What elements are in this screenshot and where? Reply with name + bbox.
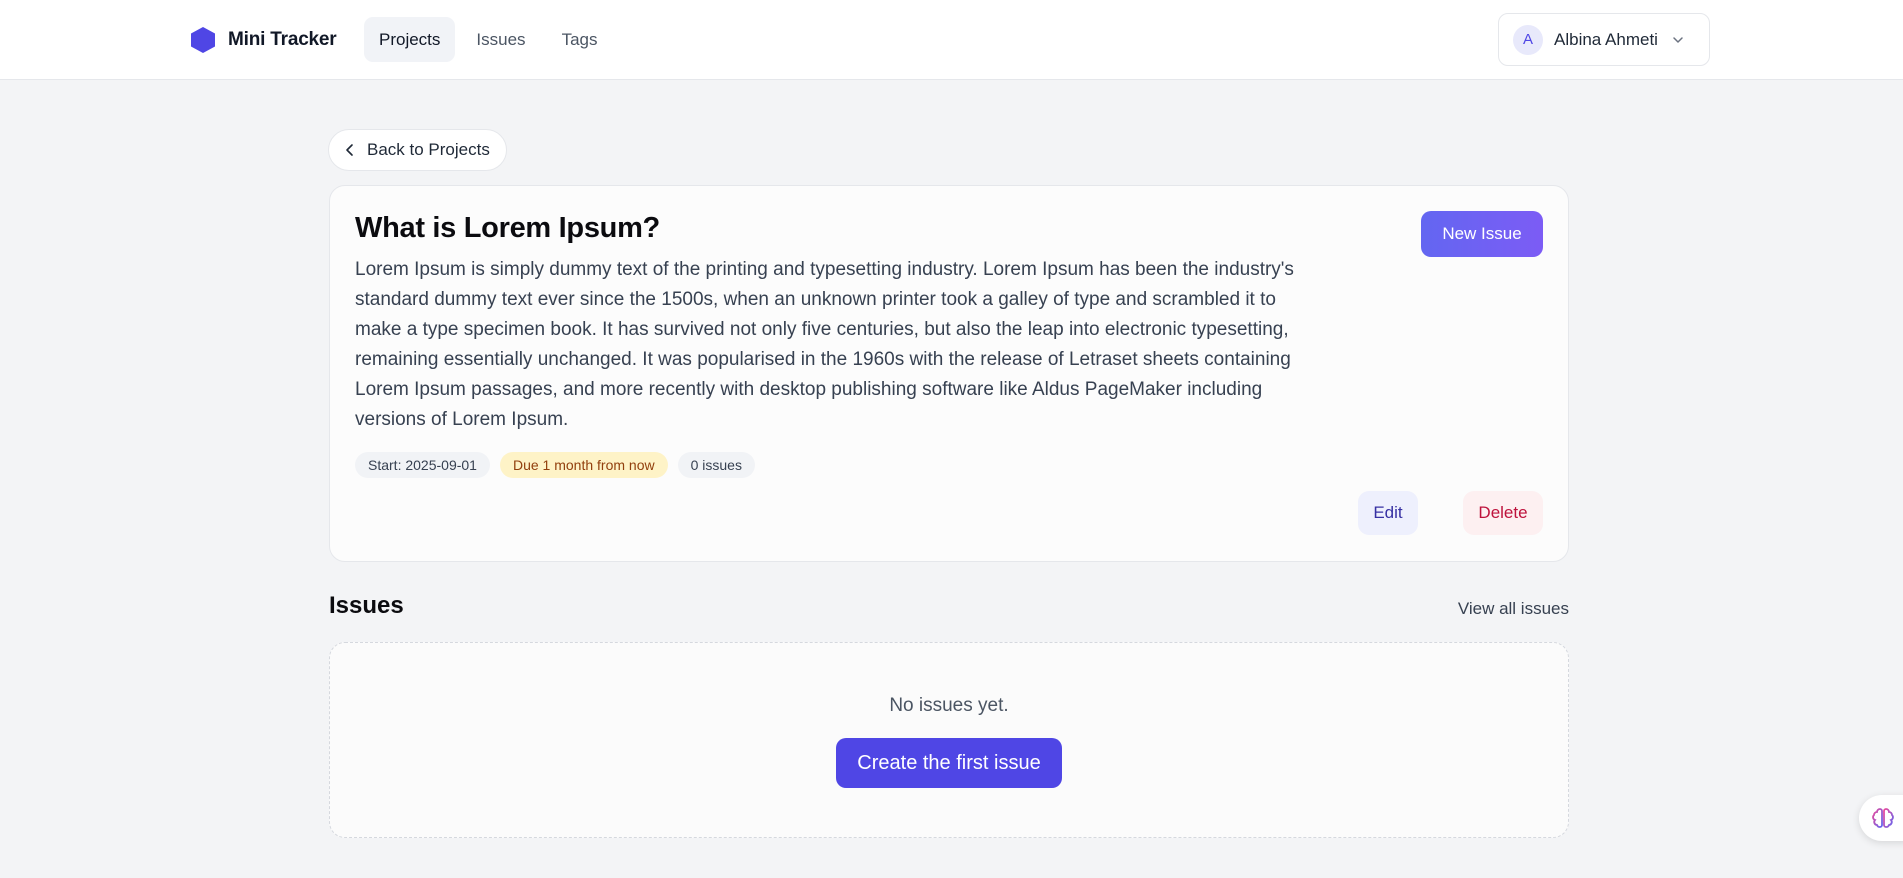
back-to-projects-button[interactable]: Back to Projects [328, 129, 507, 171]
app-name: Mini Tracker [228, 29, 337, 50]
nav-item-tags[interactable]: Tags [547, 17, 613, 62]
chevron-down-icon [1673, 36, 1683, 43]
start-date-badge: Start: 2025-09-01 [355, 452, 490, 478]
brand[interactable]: Mini Tracker [190, 26, 337, 54]
issues-heading: Issues [329, 592, 404, 619]
project-description: Lorem Ipsum is simply dummy text of the … [355, 259, 1294, 430]
issue-count-badge: 0 issues [677, 452, 755, 478]
create-first-issue-button[interactable]: Create the first issue [836, 738, 1062, 788]
hexagon-logo-icon [191, 27, 215, 53]
due-date-badge: Due 1 month from now [499, 452, 668, 478]
project-title: What is Lorem Ipsum? [355, 212, 660, 244]
new-issue-button[interactable]: New Issue [1421, 211, 1543, 257]
user-menu-button[interactable]: A Albina Ahmeti [1498, 13, 1710, 66]
project-card: What is Lorem Ipsum? Lorem Ipsum is simp… [329, 185, 1569, 562]
main-nav: Projects Issues Tags [364, 17, 612, 62]
user-name: Albina Ahmeti [1554, 29, 1658, 49]
delete-project-button[interactable]: Delete [1463, 491, 1543, 535]
avatar: A [1513, 24, 1543, 55]
top-nav-bar: Mini Tracker Projects Issues Tags A Albi… [0, 0, 1903, 80]
project-meta-chips: Start: 2025-09-01 Due 1 month from now 0… [355, 452, 755, 478]
issues-empty-state: No issues yet. Create the first issue [329, 642, 1569, 838]
back-label: Back to Projects [367, 140, 490, 159]
brain-icon [1872, 808, 1894, 828]
nav-item-issues[interactable]: Issues [461, 17, 540, 62]
view-all-issues-link[interactable]: View all issues [1458, 599, 1569, 619]
empty-state-text: No issues yet. [889, 695, 1009, 716]
edit-project-button[interactable]: Edit [1358, 491, 1418, 535]
nav-item-projects[interactable]: Projects [364, 17, 456, 62]
chevron-left-icon [346, 144, 353, 156]
floating-assistant-button[interactable] [1859, 795, 1903, 841]
